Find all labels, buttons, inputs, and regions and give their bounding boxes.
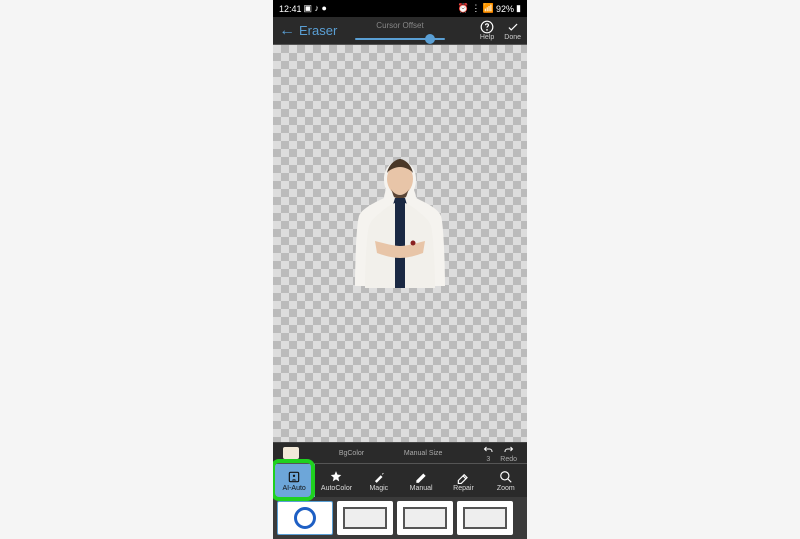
redo-button[interactable]: Redo bbox=[500, 444, 517, 463]
status-indicators: ⏰ ⋮ 📶 bbox=[458, 3, 494, 14]
manual-size-label: Manual Size bbox=[404, 450, 443, 457]
tool-zoom[interactable]: Zoom bbox=[485, 464, 527, 497]
app-icons: ▣ ♪ ● bbox=[304, 3, 327, 14]
toolbar: BgColor Manual Size 3 Redo AI-Auto bbox=[273, 442, 527, 497]
help-button[interactable]: Help bbox=[480, 20, 494, 41]
tool-manual[interactable]: Manual bbox=[400, 464, 442, 497]
tool-magic[interactable]: Magic bbox=[358, 464, 400, 497]
editor-canvas[interactable] bbox=[273, 45, 527, 442]
thumbnail-strip[interactable] bbox=[273, 497, 527, 539]
screen-title: Eraser bbox=[299, 23, 337, 38]
subject-cutout bbox=[355, 151, 445, 296]
thumbnail-2[interactable] bbox=[337, 501, 393, 535]
tool-ai-auto[interactable]: AI-Auto bbox=[273, 464, 315, 497]
thumbnail-1[interactable] bbox=[277, 501, 333, 535]
phone-frame: 12:41 ▣ ♪ ● ⏰ ⋮ 📶 92% ▮ ← Eraser Cursor … bbox=[273, 0, 527, 539]
tools-row: AI-Auto AutoColor Magic Manual Repair Zo… bbox=[273, 463, 527, 497]
cursor-offset-label: Cursor Offset bbox=[376, 21, 423, 30]
thumbnail-4[interactable] bbox=[457, 501, 513, 535]
thumbnail-3[interactable] bbox=[397, 501, 453, 535]
cursor-offset-slider[interactable] bbox=[355, 38, 445, 40]
toolbar-settings-row: BgColor Manual Size 3 Redo bbox=[273, 443, 527, 463]
back-icon[interactable]: ← bbox=[279, 22, 295, 40]
bgcolor-control[interactable] bbox=[283, 447, 299, 459]
undo-button[interactable]: 3 bbox=[482, 444, 494, 463]
app-header: ← Eraser Cursor Offset Help Done bbox=[273, 17, 527, 45]
bgcolor-swatch bbox=[283, 447, 299, 459]
bgcolor-label: BgColor bbox=[339, 450, 364, 457]
battery-pct: 92% bbox=[496, 4, 514, 14]
status-bar: 12:41 ▣ ♪ ● ⏰ ⋮ 📶 92% ▮ bbox=[273, 0, 527, 17]
tool-repair[interactable]: Repair bbox=[442, 464, 484, 497]
tool-auto-color[interactable]: AutoColor bbox=[315, 464, 357, 497]
done-button[interactable]: Done bbox=[504, 20, 521, 41]
battery-icon: ▮ bbox=[516, 3, 521, 14]
status-time: 12:41 bbox=[279, 4, 302, 14]
